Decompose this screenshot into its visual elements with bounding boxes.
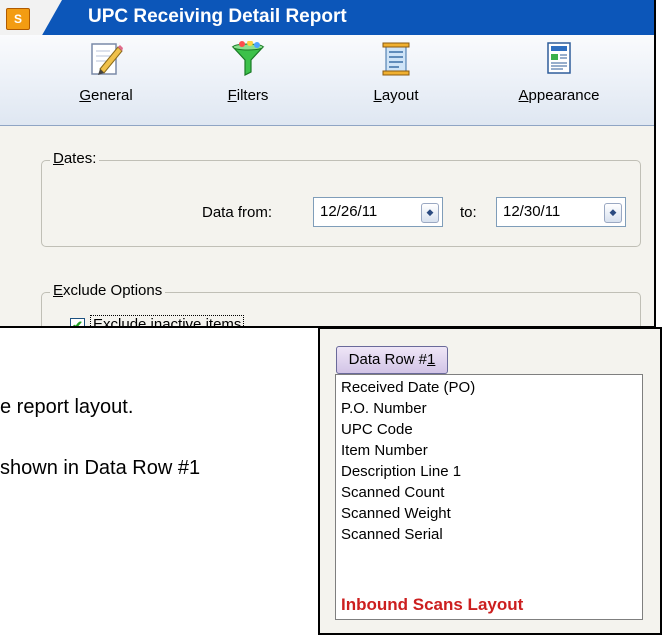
funnel-icon — [230, 40, 266, 77]
date-to-spinner-icon[interactable]: ◆ — [604, 203, 622, 223]
exclude-options-title: Exclude Options — [50, 282, 166, 299]
date-from-input[interactable]: 12/26/11 ◆ — [313, 197, 443, 227]
exclude-inactive-checkbox[interactable]: ✔ — [70, 318, 85, 326]
appearance-label: Appearance — [509, 87, 609, 104]
layout-label-key: L — [373, 87, 382, 104]
layout-icon — [378, 41, 414, 77]
layout-label-rest: ayout — [381, 87, 419, 104]
data-row-field-list[interactable]: Received Date (PO) P.O. Number UPC Code … — [335, 374, 643, 620]
date-from-spinner-icon[interactable]: ◆ — [421, 203, 439, 223]
report-app-icon[interactable]: S — [6, 8, 30, 30]
exclude-title-key: E — [53, 282, 64, 299]
filters-label-key: F — [227, 87, 237, 104]
list-item[interactable]: Description Line 1 — [341, 463, 461, 480]
toolbar: General Filters Layout Appearance — [0, 35, 654, 126]
background-text-line-1: e report layout. — [0, 396, 134, 418]
list-item[interactable]: Item Number — [341, 442, 428, 459]
toolbar-general-button[interactable]: General — [56, 41, 156, 104]
exclude-title-rest: xclude Options — [63, 282, 163, 299]
exclude-inactive-key: E — [93, 316, 104, 328]
data-row-panel: Data Row #1 Received Date (PO) P.O. Numb… — [318, 327, 662, 635]
appearance-icon — [541, 41, 577, 77]
list-item[interactable]: Received Date (PO) — [341, 379, 475, 396]
background-text-line-2: shown in Data Row #1 — [0, 457, 201, 479]
date-to-label: to: — [460, 204, 477, 221]
filters-label-rest: ilters — [236, 87, 269, 104]
exclude-inactive-rest: xclude inactive items — [103, 316, 242, 328]
filters-label: Filters — [198, 87, 298, 104]
list-item[interactable]: P.O. Number — [341, 400, 427, 417]
date-from-value: 12/26/11 — [320, 203, 378, 220]
layout-label: Layout — [346, 87, 446, 104]
date-to-value: 12/30/11 — [503, 203, 561, 220]
list-item[interactable]: UPC Code — [341, 421, 413, 438]
dates-group-title: Dates: — [50, 150, 100, 167]
general-label: General — [56, 87, 156, 104]
list-item[interactable]: Scanned Weight — [341, 505, 451, 522]
general-label-key: G — [79, 87, 91, 104]
data-from-label: Data from: — [202, 204, 273, 221]
general-label-rest: eneral — [90, 87, 133, 104]
toolbar-appearance-button[interactable]: Appearance — [509, 41, 609, 104]
dates-title-rest: ates: — [63, 150, 97, 167]
data-row-tab-prefix: Data Row # — [348, 351, 428, 368]
list-item[interactable]: Scanned Count — [341, 484, 444, 501]
layout-name-label: Inbound Scans Layout — [341, 595, 524, 614]
appearance-label-key: A — [518, 87, 529, 104]
exclude-inactive-label[interactable]: Exclude inactive items — [90, 315, 245, 328]
date-to-input[interactable]: 12/30/11 ◆ — [496, 197, 626, 227]
title-bar: S UPC Receiving Detail Report — [0, 0, 654, 35]
window-title: UPC Receiving Detail Report — [88, 6, 347, 27]
data-row-tab-key: 1 — [427, 351, 436, 368]
report-dialog: S UPC Receiving Detail Report General Fi… — [0, 0, 656, 328]
dates-title-key: D — [53, 150, 64, 167]
toolbar-filters-button[interactable]: Filters — [198, 40, 298, 104]
data-row-1-tab[interactable]: Data Row #1 — [336, 346, 448, 374]
appearance-label-rest: ppearance — [528, 87, 600, 104]
list-item[interactable]: Scanned Serial — [341, 526, 443, 543]
pencil-icon — [88, 41, 124, 77]
toolbar-layout-button[interactable]: Layout — [346, 41, 446, 104]
